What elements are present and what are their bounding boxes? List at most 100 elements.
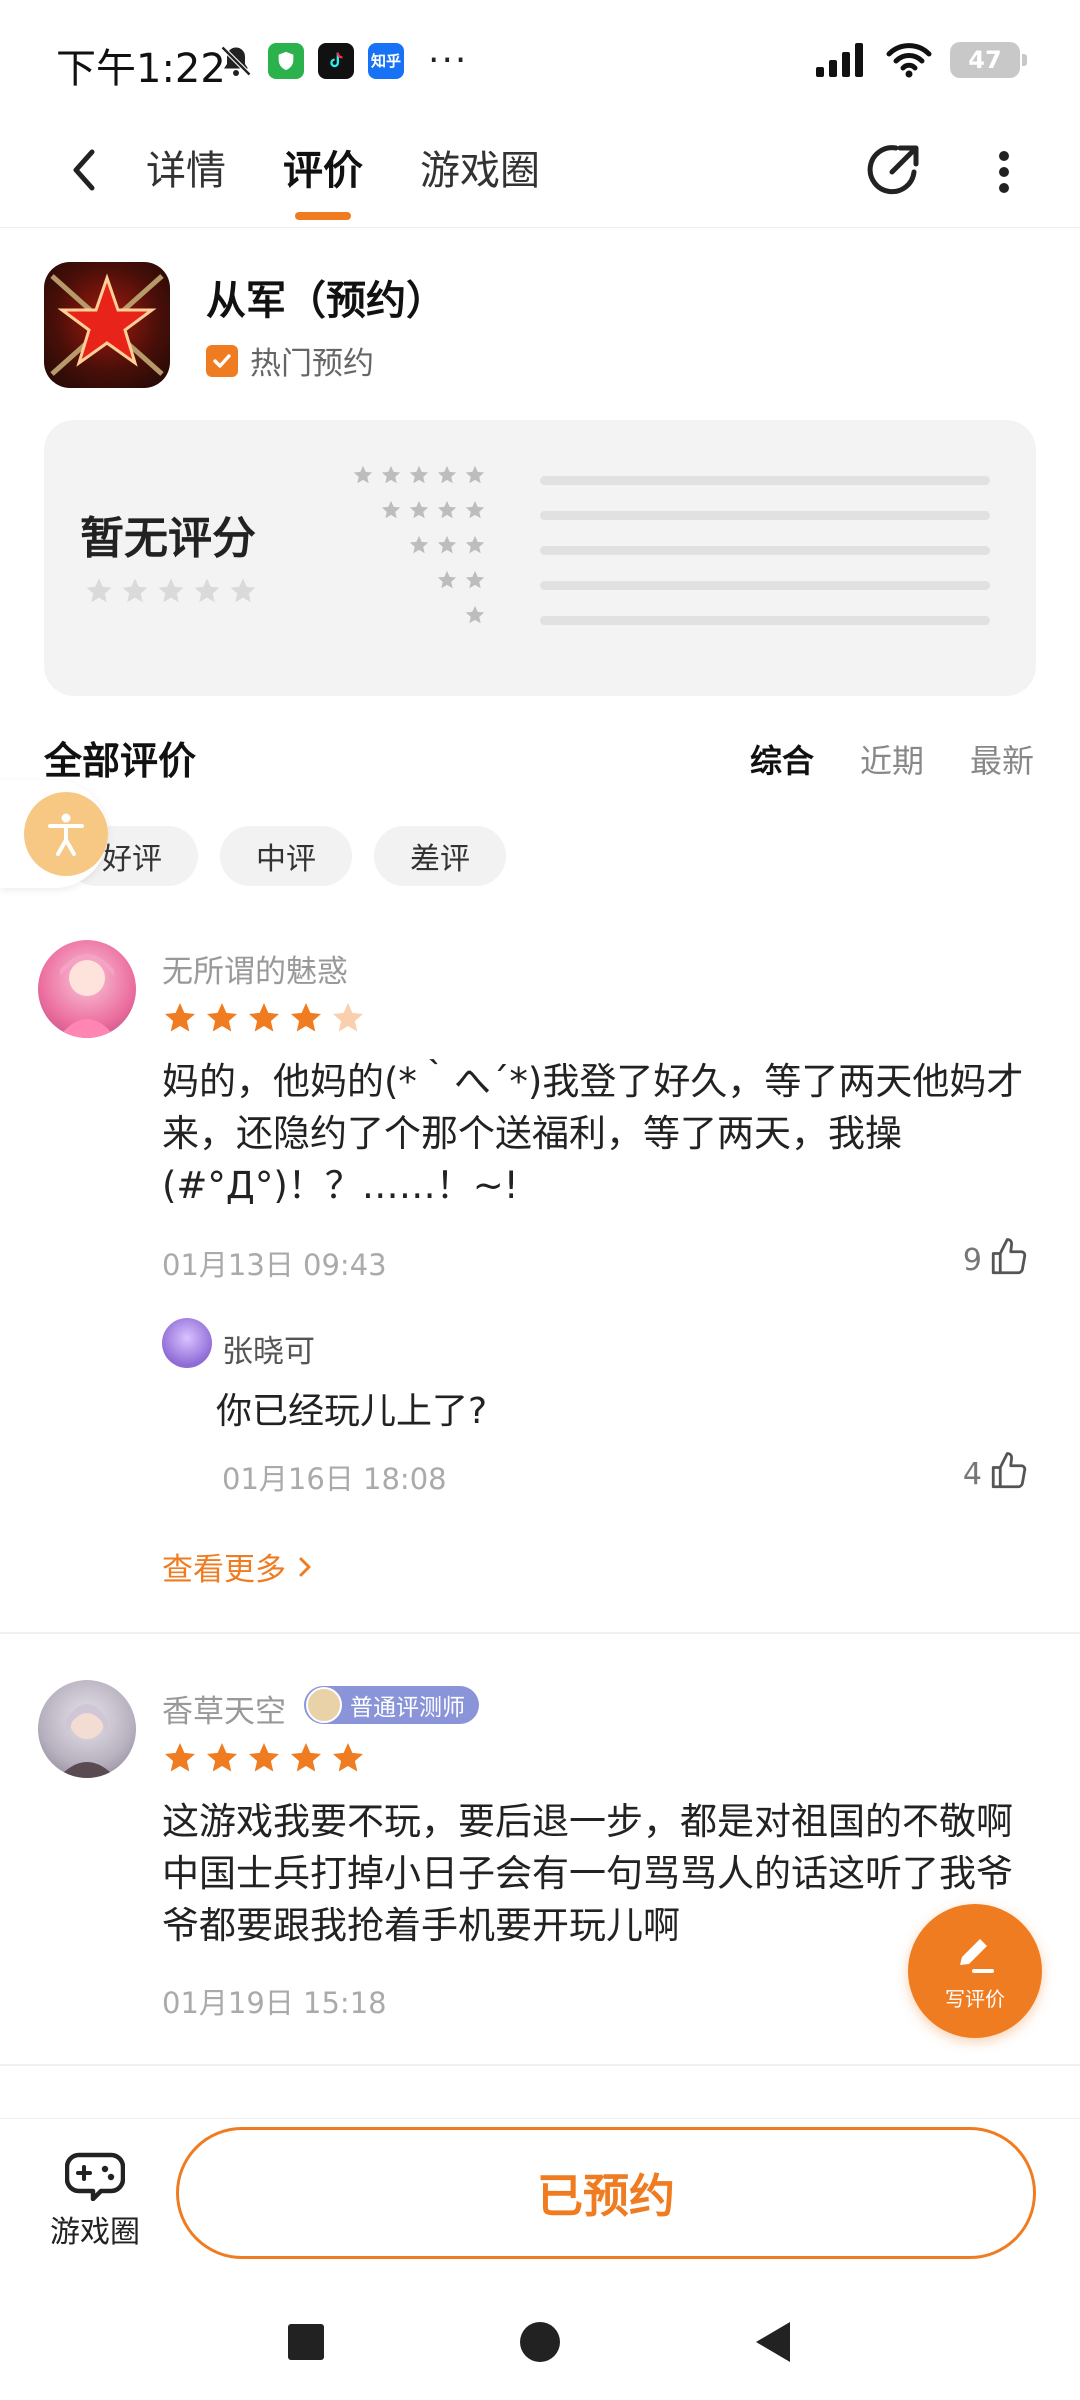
red-star-logo-icon (50, 273, 164, 376)
game-circle-label: 游戏圈 (50, 2215, 140, 2250)
star-icon (207, 1743, 237, 1772)
filter-neutral[interactable]: 中评 (220, 826, 352, 886)
bottom-action-bar: 游戏圈 已预约 (0, 2118, 1080, 2282)
row-stars (436, 569, 486, 591)
rating-bar (540, 546, 990, 555)
back-button[interactable] (56, 140, 116, 200)
review-date: 01月13日 09:43 (162, 1248, 387, 1282)
system-navigation-bar (0, 2282, 1080, 2400)
star-icon (353, 465, 373, 484)
chevron-right-icon (299, 1557, 311, 1576)
rating-distribution-row (314, 464, 1004, 499)
rating-distribution-row (314, 499, 1004, 534)
star-icon (86, 578, 112, 603)
star-icon (230, 578, 256, 603)
share-button[interactable] (862, 134, 922, 204)
star-icon (465, 605, 485, 624)
circle-icon (520, 2322, 560, 2362)
see-more-replies-link[interactable]: 查看更多 (162, 1544, 316, 1589)
battery-indicator: 47 (950, 42, 1027, 78)
reviewer-name[interactable]: 无所谓的魅惑 (162, 946, 348, 991)
review-text: 这游戏我要不玩，要后退一步，都是对祖国的不敬啊中国士兵打掉小日子会有一句骂骂人的… (162, 1800, 1013, 1947)
accessibility-button[interactable] (0, 780, 108, 888)
douyin-app-icon (318, 42, 354, 79)
star-icon (207, 1003, 237, 1032)
see-more-label: 查看更多 (162, 1552, 286, 1588)
home-button[interactable] (510, 2312, 570, 2372)
status-time: 下午1:22 (56, 46, 226, 92)
game-circle-button[interactable]: 游戏圈 (40, 2149, 150, 2259)
divider (0, 1632, 1080, 1634)
reply-like-button[interactable]: 4 (963, 1450, 1030, 1492)
mute-bell-icon (220, 45, 252, 76)
sort-comprehensive[interactable]: 综合 (750, 736, 814, 782)
reserved-button[interactable]: 已预约 (176, 2127, 1036, 2259)
wifi-icon (886, 43, 932, 78)
like-button[interactable]: 9 (963, 1236, 1030, 1278)
accessibility-icon (24, 792, 108, 876)
tab-details[interactable]: 详情 (146, 138, 226, 208)
avatar[interactable] (38, 940, 136, 1038)
more-notifications-icon: ··· (428, 40, 469, 81)
system-back-button[interactable] (744, 2312, 804, 2372)
write-review-button[interactable]: 写评价 (908, 1904, 1042, 2038)
row-stars (352, 464, 486, 486)
star-icon (409, 465, 429, 484)
reviewer-name[interactable]: 香草天空 (162, 1686, 286, 1731)
tab-reviews[interactable]: 评价 (283, 138, 363, 208)
star-icon (409, 500, 429, 519)
filter-negative[interactable]: 差评 (374, 826, 506, 886)
star-icon (165, 1003, 195, 1032)
recent-apps-button[interactable] (276, 2312, 336, 2372)
review-text: 妈的，他妈的(*｀へ´*)我登了好久，等了两天他妈才来，还隐约了个那个送福利，等… (162, 1060, 1024, 1207)
star-icon (381, 465, 401, 484)
more-options-button[interactable] (984, 136, 1024, 206)
sort-recent[interactable]: 近期 (860, 736, 924, 782)
more-vertical-icon (999, 151, 1009, 193)
row-stars (380, 499, 486, 521)
star-icon (333, 1003, 363, 1032)
review-filters: 好评 中评 差评 (66, 826, 506, 886)
tab-game-circle[interactable]: 游戏圈 (420, 138, 540, 208)
tester-badge-icon (306, 1687, 342, 1723)
rating-distribution-row (314, 604, 1004, 639)
nav-header: 详情 评价 游戏圈 (0, 120, 1080, 228)
star-icon (165, 1743, 195, 1772)
star-icon (465, 500, 485, 519)
sort-newest[interactable]: 最新 (970, 736, 1034, 782)
star-icon (437, 570, 457, 589)
like-count: 9 (962, 1243, 982, 1278)
no-score-text: 暂无评分 (80, 513, 256, 564)
rating-bar (540, 616, 990, 625)
star-icon (465, 570, 485, 589)
review-star-rating (162, 1740, 366, 1776)
zhihu-app-icon: 知乎 (368, 42, 404, 79)
share-icon (867, 145, 919, 195)
hot-reservation-badge: 热门预约 (206, 338, 374, 383)
back-arrow-icon (73, 149, 95, 191)
security-app-icon (268, 42, 304, 79)
avatar[interactable] (162, 1318, 212, 1368)
active-tab-indicator (295, 212, 351, 220)
pencil-icon (960, 1938, 994, 1973)
rating-distribution-row (314, 569, 1004, 604)
review-star-rating (162, 1000, 366, 1036)
like-count: 4 (962, 1457, 982, 1492)
star-icon (333, 1743, 363, 1772)
rating-summary-card: 暂无评分 (44, 420, 1036, 696)
reply-date: 01月16日 18:08 (222, 1462, 447, 1496)
hot-badge-label: 热门预约 (250, 346, 374, 382)
status-bar: 下午1:22 知乎 ··· 47 (0, 0, 1080, 120)
reviewer-badge: 普通评测师 (304, 1686, 479, 1724)
reply-user-name[interactable]: 张晓可 (222, 1326, 315, 1371)
row-stars (408, 534, 486, 556)
battery-level: 47 (968, 46, 1002, 74)
star-icon (194, 578, 220, 603)
empty-star-rating (84, 576, 258, 606)
star-icon (437, 500, 457, 519)
avatar[interactable] (38, 1680, 136, 1778)
star-icon (465, 535, 485, 554)
divider (0, 2064, 1080, 2066)
app-icon[interactable] (44, 262, 170, 388)
thumbs-up-icon (991, 1238, 1027, 1275)
